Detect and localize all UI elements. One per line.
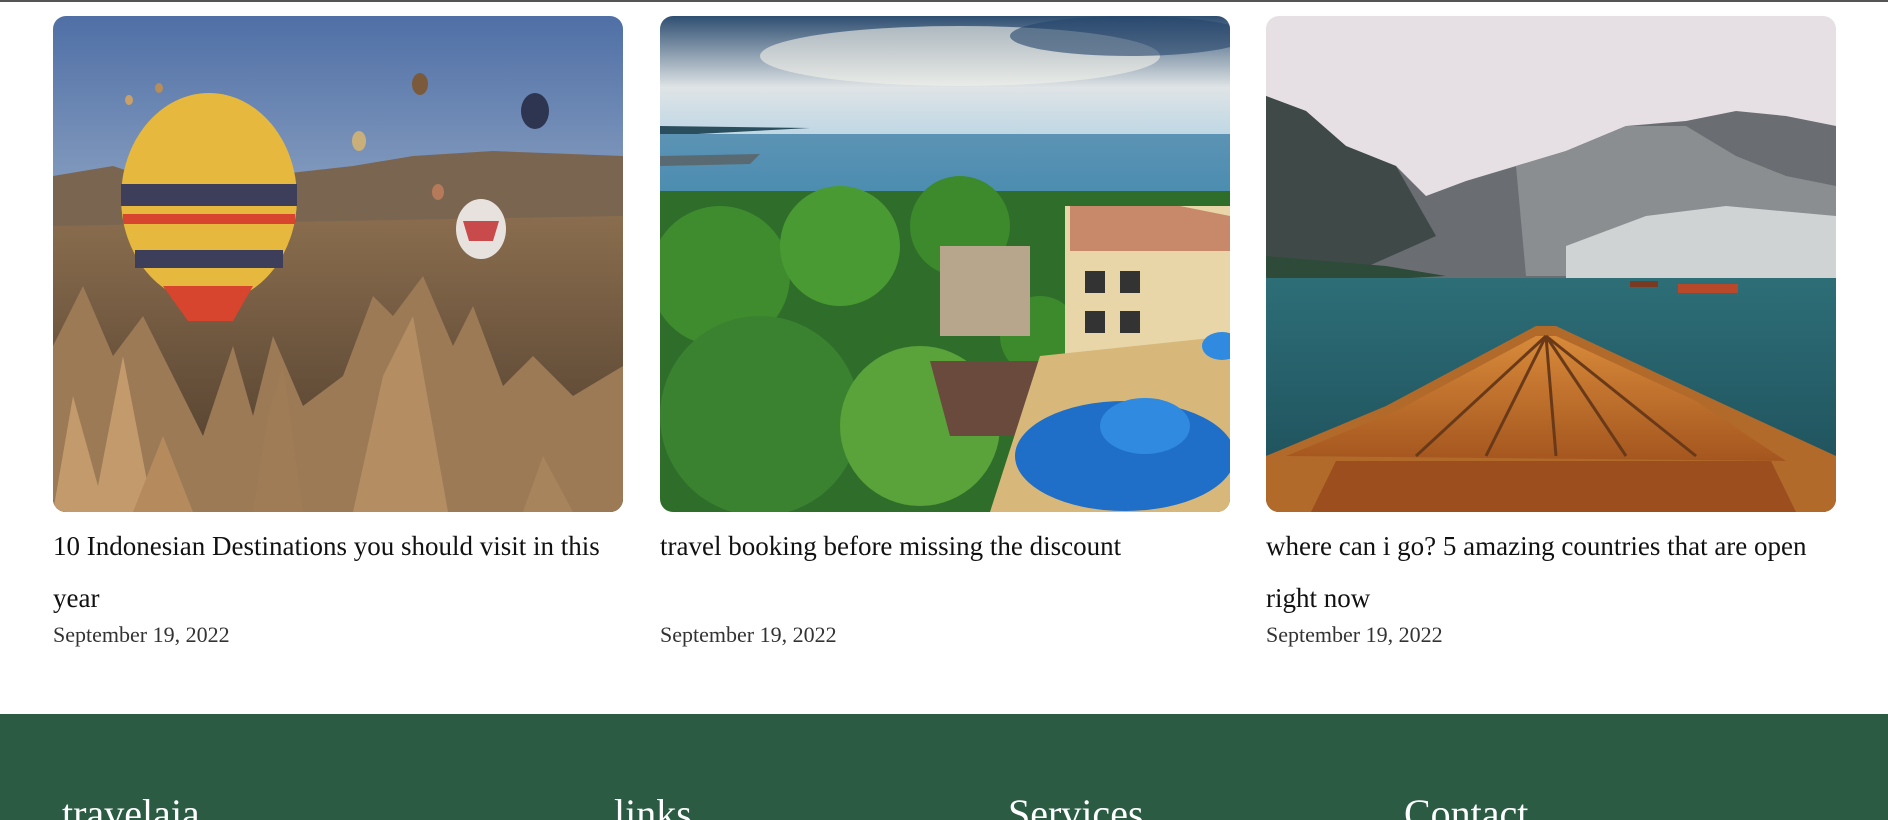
blog-post-grid: 10 Indonesian Destinations you should vi… bbox=[53, 16, 1836, 656]
hot-air-balloons-image bbox=[53, 16, 623, 512]
footer-brand[interactable]: travelaja bbox=[62, 790, 200, 820]
blog-card[interactable]: travel booking before missing the discou… bbox=[660, 16, 1230, 647]
boat-lake-image bbox=[1266, 16, 1836, 512]
post-date: September 19, 2022 bbox=[1266, 622, 1443, 647]
blog-card[interactable]: where can i go? 5 amazing countries that… bbox=[1266, 16, 1836, 647]
post-thumbnail-resort[interactable] bbox=[660, 16, 1230, 512]
post-title[interactable]: 10 Indonesian Destinations you should vi… bbox=[53, 520, 623, 624]
footer-links-heading: links bbox=[614, 791, 692, 820]
post-date: September 19, 2022 bbox=[660, 622, 837, 647]
footer-services-heading: Services bbox=[1008, 791, 1144, 820]
post-date: September 19, 2022 bbox=[53, 622, 230, 647]
post-thumbnail-boat[interactable] bbox=[1266, 16, 1836, 512]
post-thumbnail-balloons[interactable] bbox=[53, 16, 623, 512]
post-title[interactable]: travel booking before missing the discou… bbox=[660, 520, 1230, 572]
tropical-resort-image bbox=[660, 16, 1230, 512]
footer-contact-heading: Contact bbox=[1404, 791, 1529, 820]
site-footer: travelaja links Services Contact bbox=[0, 714, 1888, 820]
post-title[interactable]: where can i go? 5 amazing countries that… bbox=[1266, 520, 1836, 624]
top-divider bbox=[0, 0, 1888, 2]
blog-card[interactable]: 10 Indonesian Destinations you should vi… bbox=[53, 16, 623, 647]
